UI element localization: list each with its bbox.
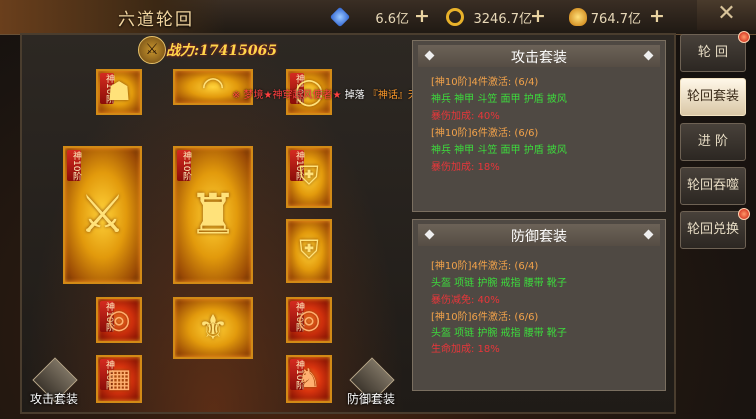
ring-icon: ◎ [107,305,131,335]
armor-icon: ♜ [187,182,239,248]
slot-belt[interactable]: 神10阶 ▦ [96,355,142,403]
defense-set-button[interactable]: 防御套装 [339,357,403,412]
slot-armor[interactable]: 神10阶 ♜ [173,146,253,284]
close-icon: ✕ [717,1,736,26]
broadcast-verb: 掉落 [344,90,365,101]
attack-4pc-header: [神10阶]4件激活: (6/4) [431,77,539,88]
shield-icon: ⛨ [299,161,319,192]
add-gold-ingot-button[interactable]: + [649,5,665,27]
tab-reincarnation-set[interactable]: 轮回套装 [680,78,746,116]
attack-set-label: 攻击套装 [29,392,78,406]
six-paths-window: 六道轮回 6.6亿 + 3246.7亿 + 764.7亿 + ✕ ⚔ 战力:17… [0,0,756,419]
necklace-icon: ◠ [201,72,225,102]
defense-4pc-header: [神10阶]4件激活: (6/4) [431,261,539,272]
defense-6pc-bonus: 生命加成: 18% [431,344,500,355]
attack-4pc-pieces: 神兵 神甲 斗笠 面甲 护盾 披风 [431,94,567,105]
ring-currency-value: 3246.7亿 [473,12,533,27]
diamond-value: 6.6亿 [375,12,409,27]
slot-ring-left[interactable]: 神10阶 ◎ [96,297,142,343]
close-button[interactable]: ✕ [697,0,756,30]
attack-4pc-bonus: 暴伤加成: 40% [431,111,500,122]
defense-set-header: 防御套装 [418,224,660,246]
crossed-swords-icon: ⚔ [138,36,166,64]
attack-set-title: 攻击套装 [511,50,567,66]
slot-helmet[interactable]: 神10阶 ☗ [96,69,142,115]
gold-ingot-value: 764.7亿 [590,12,641,27]
diamond-resource: 6.6亿 + [329,5,431,28]
cloak-icon: ⚜ [197,308,229,348]
ring-currency-resource: 3246.7亿 + [446,5,546,27]
slot-boots[interactable]: 神10阶 ♞ [286,355,332,403]
combat-power: ⚔ 战力:17415065 [138,36,288,64]
tier-badge: 神10阶 [67,150,81,182]
top-bar: 六道轮回 6.6亿 + 3246.7亿 + 764.7亿 + ✕ [0,0,756,35]
gold-ingot-resource: 764.7亿 + [569,5,669,27]
slot-shield-upper[interactable]: 神10阶 ⛨ [286,146,332,208]
notification-dot-icon [738,208,750,220]
tab-exchange[interactable]: 轮回兑换 [680,211,746,249]
defense-4pc-pieces: 头盔 项链 护腕 戒指 腰带 靴子 [431,278,567,289]
tab-devour[interactable]: 轮回吞噬 [680,167,746,205]
tab-reincarnation[interactable]: 轮 回 [680,34,746,72]
attack-set-header: 攻击套装 [418,45,660,67]
tier-badge: 神10阶 [177,150,191,182]
attack-6pc-pieces: 神兵 神甲 斗笠 面甲 护盾 披风 [431,145,567,156]
gold-ring-icon [446,8,464,26]
belt-icon: ▦ [106,364,132,394]
shield-icon: ⛨ [299,235,319,266]
slot-weapon[interactable]: 神10阶 ⚔ [63,146,142,284]
attack-set-button[interactable]: 攻击套装 [22,357,86,412]
boots-icon: ♞ [297,364,321,394]
tab-advance[interactable]: 进 阶 [680,123,746,161]
add-diamond-button[interactable]: + [414,5,430,27]
attack-6pc-bonus: 暴伤加成: 18% [431,162,500,173]
slot-ring-right[interactable]: 神10阶 ◎ [286,297,332,343]
window-title: 六道轮回 [118,10,194,30]
defense-set-label: 防御套装 [346,392,395,406]
attack-6pc-header: [神10阶]6件激活: (6/6) [431,128,539,139]
notification-dot-icon [738,31,750,43]
defense-6pc-header: [神10阶]6件激活: (6/6) [431,312,539,323]
defense-6pc-pieces: 头盔 项链 护腕 戒指 腰带 靴子 [431,328,567,339]
gold-ingot-icon [569,8,587,26]
slot-cloak[interactable]: ⚜ [173,297,253,359]
combat-power-value: 战力:17415065 [166,43,278,59]
defense-4pc-bonus: 暴伤减免: 40% [431,295,500,306]
sword-icon: ⚔ [79,185,126,245]
helmet-icon: ☗ [107,77,131,107]
slot-shield-lower[interactable]: ⛨ [286,219,332,283]
defense-set-title: 防御套装 [511,229,567,245]
broadcast-player: ※ 梦境★神穿越风使者★ [232,90,342,101]
ring-icon: ◎ [297,305,321,335]
diamond-icon [329,6,351,28]
add-ring-currency-button[interactable]: + [530,5,546,27]
